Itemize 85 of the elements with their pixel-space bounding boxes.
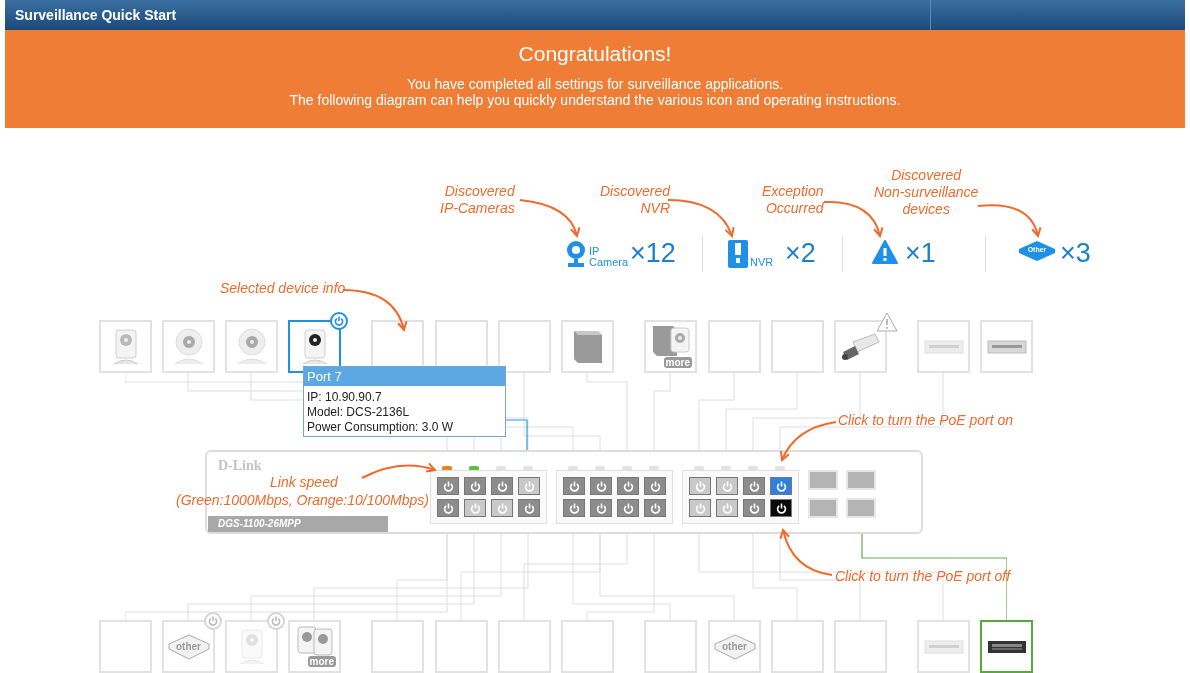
legend-label: Occurred [765, 200, 824, 217]
storage-drawing [572, 329, 603, 364]
power-icon [621, 479, 635, 493]
callout-text: Selected device info [220, 280, 346, 297]
icon-label: Camera [589, 257, 629, 268]
legend-label: Discovered [444, 183, 515, 200]
popup-text: Power Consumption: 3.0 W [307, 420, 455, 435]
icon-label: NVR [750, 257, 774, 268]
brand-logo: D-Link [218, 457, 262, 475]
curved-arrow [780, 421, 837, 462]
power-icon [594, 479, 608, 493]
device-slot[interactable]: other [708, 620, 761, 673]
curved-arrow [823, 200, 884, 239]
power-icon [495, 479, 509, 493]
device-count: ×12 [630, 238, 676, 268]
popup-text: IP: 10.90.90.7 [307, 390, 383, 405]
power-icon [720, 479, 734, 493]
device-tag: more [307, 656, 336, 667]
power-icon [774, 501, 788, 515]
camera-icon [565, 240, 587, 268]
power-icon [441, 501, 455, 515]
power-icon [495, 501, 509, 515]
device-slot[interactable]: other [162, 620, 215, 673]
device-tag: more [663, 357, 692, 368]
power-icon [468, 479, 482, 493]
window-title: Surveillance Quick Start [15, 5, 177, 25]
popup-text: Model: DCS-2136L [307, 405, 411, 420]
legend-label: devices [902, 201, 950, 218]
legend-label: Exception [762, 183, 824, 200]
power-icon [270, 615, 282, 627]
power-icon [648, 501, 662, 515]
camera-drawing [236, 328, 267, 365]
legend-label: Discovered [600, 183, 671, 200]
power-icon [567, 501, 581, 515]
power-icon [621, 501, 635, 515]
legend-label: NVR [640, 200, 671, 217]
curved-arrow [977, 204, 1042, 239]
callout-text: (Green:1000Mbps, Orange:10/100Mbps) [176, 492, 429, 509]
power-icon [648, 479, 662, 493]
popup-title: Port 7 [304, 367, 505, 386]
power-icon [441, 479, 455, 493]
curved-arrow [519, 199, 581, 239]
banner-text: The following diagram can help you quickly understand the various icon and operating instructions. [289, 92, 901, 108]
device-slot[interactable] [980, 620, 1033, 673]
model-label: DGS-1100-26MPP [208, 516, 388, 532]
callout-text: Click to turn the PoE port on [838, 412, 1014, 429]
icon-label: IP [589, 246, 601, 257]
power-icon [774, 479, 788, 493]
power-badge[interactable] [330, 312, 348, 330]
power-icon [333, 315, 345, 327]
storage-icon [728, 240, 748, 268]
legend-label: Non-surveillance [874, 184, 979, 201]
banner-heading: Congratulations! [518, 41, 672, 67]
camera-drawing [301, 328, 328, 365]
poe-port-button[interactable] [770, 499, 792, 517]
power-icon [522, 501, 536, 515]
camera-drawing [173, 328, 204, 365]
power-icon [594, 501, 608, 515]
legend-label: Discovered [891, 167, 962, 184]
power-icon [693, 501, 707, 515]
power-icon [747, 479, 761, 493]
device-count: ×1 [905, 238, 936, 268]
callout-text: Link speed [270, 474, 338, 491]
power-icon [720, 501, 734, 515]
device-count: ×3 [1060, 238, 1091, 268]
camera-drawing [841, 332, 880, 361]
legend-label: IP-Cameras [440, 200, 515, 217]
device-slot[interactable]: more [644, 320, 697, 373]
device-slot[interactable]: more [288, 620, 341, 673]
device-count: ×2 [785, 238, 816, 268]
power-icon [522, 479, 536, 493]
banner-text: You have completed all settings for surveillance applications. [406, 76, 784, 92]
curved-arrow [779, 527, 833, 576]
camera-drawing [296, 626, 333, 656]
power-icon [207, 615, 219, 627]
switch-drawing [986, 639, 1027, 654]
power-icon [747, 501, 761, 515]
warning-icon [872, 240, 898, 264]
switch-drawing [986, 339, 1027, 354]
storage-drawing [651, 325, 690, 357]
power-icon [468, 501, 482, 515]
power-icon [567, 479, 581, 493]
camera-drawing [112, 328, 139, 365]
callout-text: Click to turn the PoE port off [835, 568, 1011, 585]
power-icon [693, 479, 707, 493]
